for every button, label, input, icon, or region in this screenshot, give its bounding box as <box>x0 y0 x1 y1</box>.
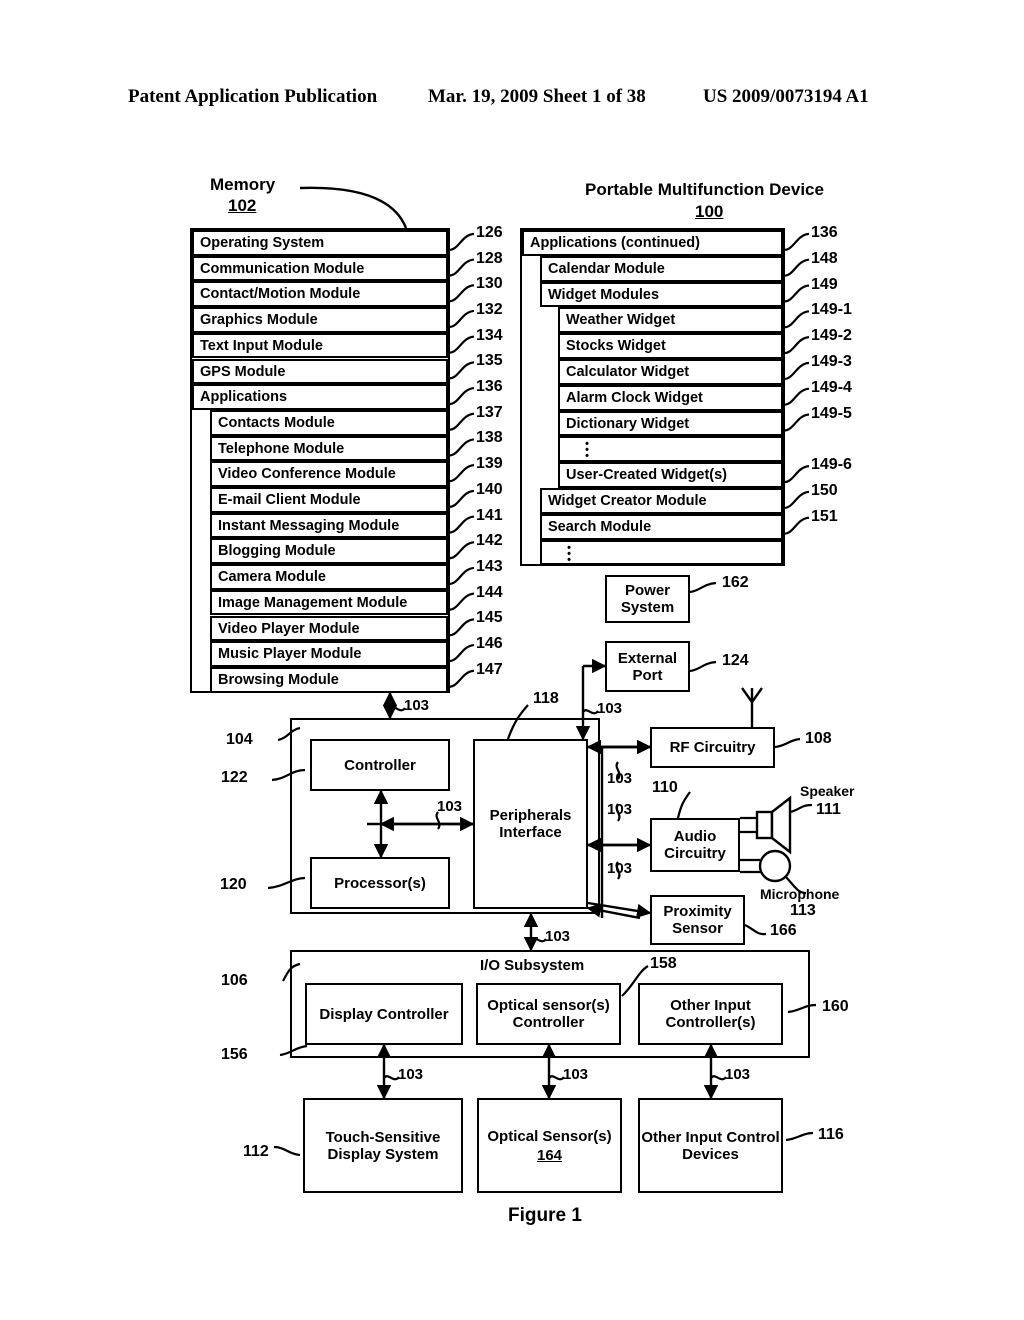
bus-label-103-f: 103 <box>725 1066 751 1083</box>
bus-label-103-g: 103 <box>607 770 633 787</box>
bus-label-103-d: 103 <box>398 1066 424 1083</box>
bus-label-103-c: 103 <box>545 928 571 945</box>
bus-label-103-e: 103 <box>563 1066 589 1083</box>
patent-figure-page: Patent Application Publication Mar. 19, … <box>0 0 1024 1320</box>
bus-label-103-j: 103 <box>437 798 463 815</box>
bus-label-103-b: 103 <box>597 700 623 717</box>
bus-label-103-a: 103 <box>404 697 430 714</box>
wiring-layer <box>267 581 817 1157</box>
bus-label-103-h: 103 <box>607 801 633 818</box>
bus-label-103-i: 103 <box>607 860 633 877</box>
